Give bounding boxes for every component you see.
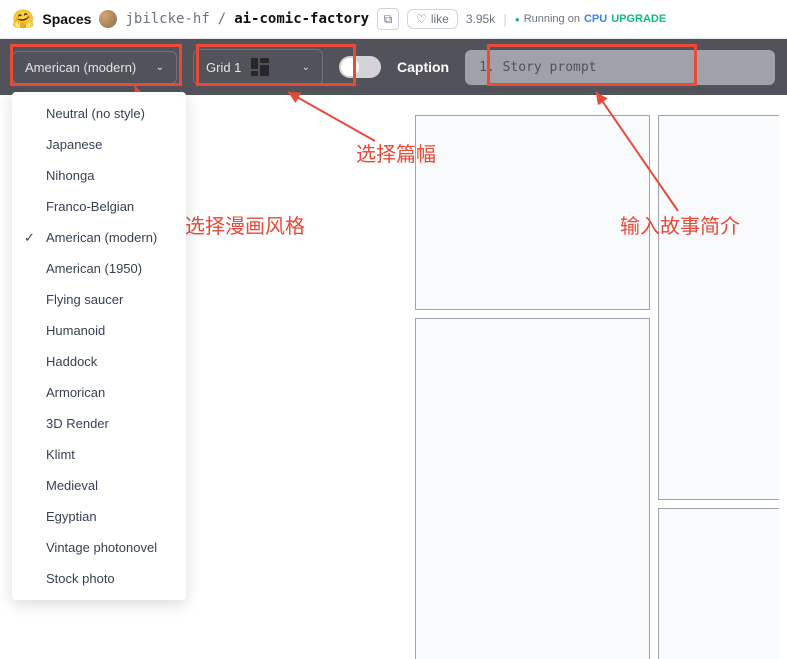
caption-toggle[interactable] [339, 56, 381, 78]
path-sep: / [218, 11, 226, 27]
annotation-grid: 选择篇幅 [356, 138, 436, 167]
dropdown-item[interactable]: Franco-Belgian [12, 191, 186, 222]
dropdown-item[interactable]: Japanese [12, 129, 186, 160]
dropdown-item[interactable]: Haddock [12, 346, 186, 377]
dropdown-item[interactable]: Medieval [12, 470, 186, 501]
annotation-style: 选择漫画风格 [185, 210, 305, 239]
comic-canvas [395, 100, 779, 659]
comic-panel[interactable] [415, 115, 650, 310]
running-prefix: Running on [524, 13, 580, 25]
toggle-knob [341, 58, 359, 76]
grid-value: Grid 1 [206, 60, 241, 75]
annotation-prompt: 输入故事简介 [620, 210, 740, 239]
chevron-down-icon: ⌄ [156, 62, 164, 73]
dropdown-item[interactable]: Egyptian [12, 501, 186, 532]
comic-panel[interactable] [658, 508, 779, 659]
status-badge: ● Running on CPU UPGRADE [515, 13, 666, 25]
cpu-label: CPU [584, 13, 607, 25]
dropdown-item[interactable]: Armorican [12, 377, 186, 408]
comic-panel[interactable] [415, 318, 650, 659]
owner-name[interactable]: jbilcke-hf [125, 11, 209, 27]
toolbar: American (modern) ⌄ Grid 1 ⌄ Caption [0, 39, 787, 95]
copy-button[interactable]: ⧉ [377, 8, 399, 30]
dropdown-item[interactable]: Neutral (no style) [12, 98, 186, 129]
like-button[interactable]: ♡ like [407, 9, 458, 29]
chevron-down-icon: ⌄ [302, 62, 310, 73]
upgrade-label: UPGRADE [611, 13, 666, 25]
dropdown-item[interactable]: 3D Render [12, 408, 186, 439]
style-select[interactable]: American (modern) ⌄ [12, 51, 177, 84]
dropdown-item[interactable]: Stock photo [12, 563, 186, 594]
spaces-label: Spaces [42, 11, 91, 27]
dropdown-item[interactable]: Flying saucer [12, 284, 186, 315]
story-prompt-input[interactable] [465, 50, 775, 85]
dropdown-item[interactable]: Nihonga [12, 160, 186, 191]
dropdown-item[interactable]: American (1950) [12, 253, 186, 284]
dropdown-item[interactable]: Klimt [12, 439, 186, 470]
status-dot-icon: ● [515, 15, 520, 24]
caption-label: Caption [397, 59, 449, 75]
grid-layout-icon [251, 58, 269, 76]
style-value: American (modern) [25, 60, 136, 75]
style-dropdown: Neutral (no style)JapaneseNihongaFranco-… [12, 92, 186, 600]
app-header: 🤗 Spaces jbilcke-hf / ai-comic-factory ⧉… [0, 0, 787, 39]
dropdown-item[interactable]: Vintage photonovel [12, 532, 186, 563]
like-count: 3.95k [466, 12, 495, 26]
like-label: like [431, 12, 449, 26]
comic-panel[interactable] [658, 115, 779, 500]
heart-icon: ♡ [416, 12, 427, 26]
spaces-icon: 🤗 [12, 9, 34, 30]
owner-avatar[interactable] [99, 10, 117, 28]
dropdown-item[interactable]: American (modern) [12, 222, 186, 253]
repo-name[interactable]: ai-comic-factory [234, 11, 369, 27]
arrow-grid [280, 86, 380, 146]
grid-select[interactable]: Grid 1 ⌄ [193, 49, 323, 85]
separator: | [503, 11, 507, 27]
dropdown-item[interactable]: Humanoid [12, 315, 186, 346]
